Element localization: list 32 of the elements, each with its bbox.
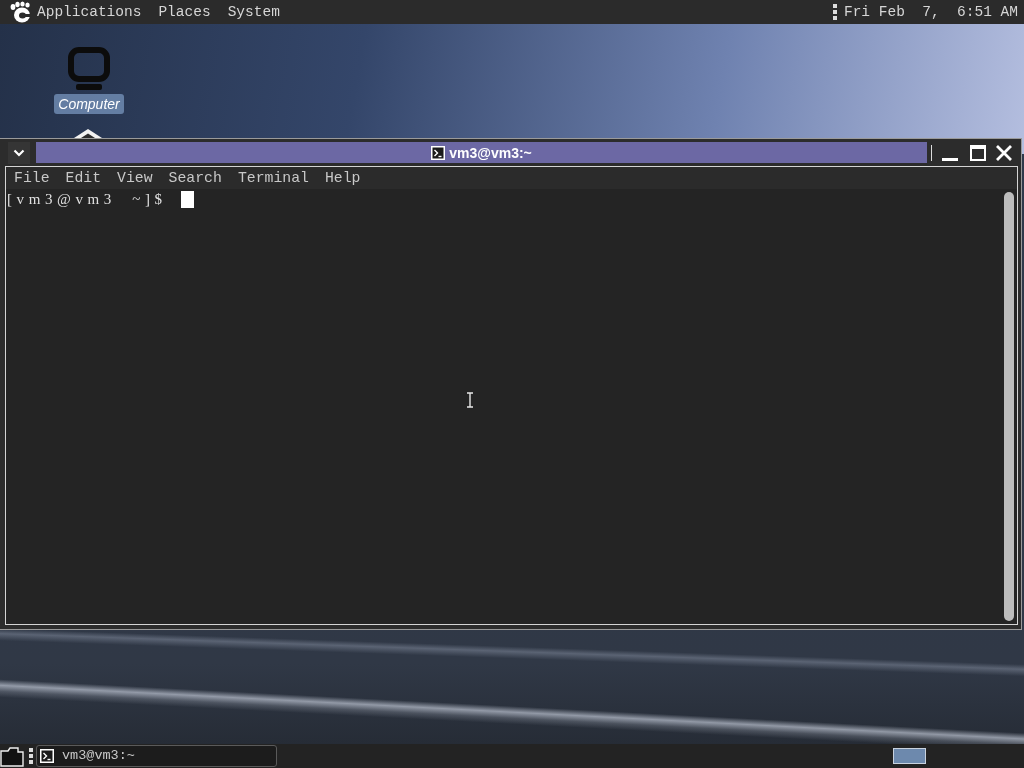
taskbar-button[interactable]: vm3@vm3:~: [36, 745, 277, 767]
desktop-icon-label[interactable]: Computer: [54, 94, 124, 114]
folder-icon[interactable]: [0, 745, 24, 767]
menu-item[interactable]: View: [115, 169, 155, 187]
ibeam-pointer-icon: [466, 392, 474, 408]
terminal-icon: [431, 145, 446, 160]
menu-item[interactable]: Terminal: [235, 169, 311, 187]
maximize-button[interactable]: [970, 142, 986, 163]
scrollbar-thumb[interactable]: [1004, 192, 1014, 621]
maximize-icon: [970, 144, 986, 161]
window-menu-button[interactable]: [8, 141, 30, 164]
terminal-area[interactable]: [vm3@vm3 ~]$: [6, 189, 1017, 624]
terminal-icon: [40, 749, 54, 763]
panel-menu[interactable]: Applications: [35, 2, 144, 22]
clock[interactable]: Fri Feb 7, 6:51 AM: [843, 2, 1018, 22]
menu-item[interactable]: Edit: [63, 169, 104, 187]
drag-handle-icon[interactable]: [29, 748, 33, 764]
menu-item[interactable]: Help: [322, 169, 363, 187]
close-icon: [995, 143, 1013, 162]
chevron-down-icon: [13, 148, 25, 157]
panel-menu[interactable]: System: [225, 2, 282, 22]
workspace-switcher[interactable]: [893, 748, 926, 764]
minimize-icon: [942, 157, 958, 161]
block-cursor-icon: [180, 190, 194, 208]
menu-item[interactable]: File: [12, 169, 52, 187]
panel-menu[interactable]: Places: [156, 2, 213, 22]
foot-icon[interactable]: [9, 1, 33, 23]
drag-handle-icon[interactable]: [832, 3, 837, 21]
close-button[interactable]: [994, 142, 1014, 163]
window-title: vm3@vm3:~: [449, 143, 532, 162]
menu-item[interactable]: Search: [166, 169, 224, 187]
terminal-prompt: [vm3@vm3 ~]$: [7, 190, 167, 208]
